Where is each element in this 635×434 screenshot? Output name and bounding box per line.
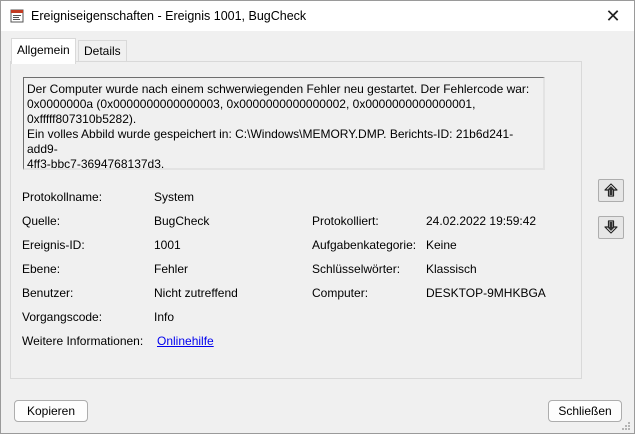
value-benutzer: Nicht zutreffend xyxy=(154,286,238,300)
value-protokolliert: 24.02.2022 19:59:42 xyxy=(426,214,537,228)
label-aufgabenkategorie: Aufgabenkategorie: xyxy=(312,238,417,252)
tab-allgemein[interactable]: Allgemein xyxy=(11,38,76,64)
close-button[interactable]: Schließen xyxy=(548,400,622,422)
tab-label: Details xyxy=(84,44,121,58)
next-event-button[interactable] xyxy=(598,216,624,239)
close-icon: ✕ xyxy=(605,6,621,26)
title-bar: Ereigniseigenschaften - Ereignis 1001, B… xyxy=(1,1,634,31)
event-description-box[interactable]: Der Computer wurde nach einem schwerwieg… xyxy=(23,77,545,171)
description-line: 0x0000000a (0x0000000000000003, 0x000000… xyxy=(27,97,476,126)
window-title: Ereigniseigenschaften - Ereignis 1001, B… xyxy=(31,9,307,23)
value-aufgabenkategorie: Keine xyxy=(426,238,457,252)
value-quelle: BugCheck xyxy=(154,214,210,228)
value-ebene: Fehler xyxy=(154,262,189,276)
value-computer: DESKTOP-9MHKBGA xyxy=(426,286,546,300)
resize-grip-icon[interactable] xyxy=(621,420,631,430)
previous-event-button[interactable] xyxy=(598,179,624,202)
label-protokollname: Protokollname: xyxy=(22,190,103,204)
tab-details[interactable]: Details xyxy=(78,40,127,62)
close-window-button[interactable]: ✕ xyxy=(592,1,634,31)
label-quelle: Quelle: xyxy=(22,214,61,228)
value-vorgangscode: Info xyxy=(154,310,175,324)
description-line: Ein volles Abbild wurde gespeichert in: … xyxy=(27,127,514,156)
label-benutzer: Benutzer: xyxy=(22,286,74,300)
onlinehilfe-link[interactable]: Onlinehilfe xyxy=(157,334,214,348)
label-protokolliert: Protokolliert: xyxy=(312,214,379,228)
value-protokollname: System xyxy=(154,190,195,204)
value-ereignis-id: 1001 xyxy=(154,238,181,252)
label-computer: Computer: xyxy=(312,286,369,300)
description-line: 4ff3-bbc7-3694768137d3. xyxy=(27,157,165,171)
label-ebene: Ebene: xyxy=(22,262,61,276)
copy-button[interactable]: Kopieren xyxy=(14,400,88,422)
label-vorgangscode: Vorgangscode: xyxy=(22,310,103,324)
tab-label: Allgemein xyxy=(17,43,70,57)
label-ereignis-id: Ereignis-ID: xyxy=(22,238,85,252)
description-line: Der Computer wurde nach einem schwerwieg… xyxy=(27,82,530,96)
label-weitere-informationen: Weitere Informationen: xyxy=(22,334,144,348)
event-properties-window: Ereigniseigenschaften - Ereignis 1001, B… xyxy=(0,0,635,434)
value-schluesselwoerter: Klassisch xyxy=(426,262,477,276)
label-schluesselwoerter: Schlüsselwörter: xyxy=(312,262,401,276)
event-viewer-icon xyxy=(10,9,24,23)
